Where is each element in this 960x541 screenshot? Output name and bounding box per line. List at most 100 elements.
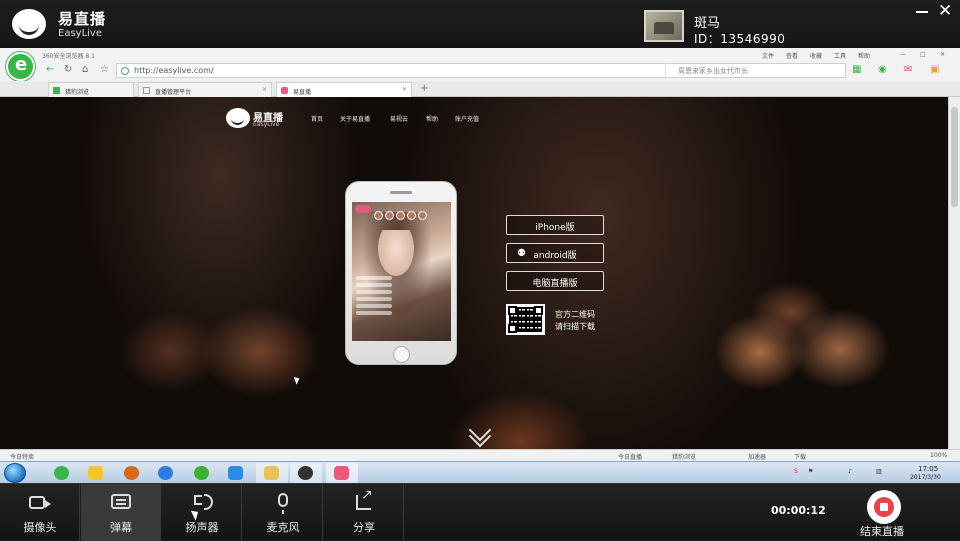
tray-flag-icon[interactable]: ⚑ <box>808 468 813 475</box>
globe-icon <box>121 67 129 75</box>
mouse-cursor-icon <box>293 375 302 385</box>
share-label: 分享 <box>353 521 375 534</box>
tab-close-icon[interactable]: ✕ <box>402 86 407 93</box>
search-box[interactable]: 周恩来家乡出女代市长 <box>665 63 845 78</box>
close-button[interactable]: ✕ <box>938 1 952 21</box>
nav-cloud[interactable]: 易视云 <box>390 114 408 123</box>
android-download-button[interactable]: ⚉ android版 <box>506 243 604 263</box>
phone-home-button <box>393 346 410 363</box>
browser-toolbar: ← ↻ ⌂ ☆ http://easylive.com/ 周恩来家乡出女代市长 … <box>40 62 960 80</box>
microphone-label: 麦克风 <box>266 521 300 534</box>
user-avatar[interactable] <box>644 10 684 42</box>
qr-caption-1: 官方二维码 <box>555 310 595 319</box>
pc-download-button[interactable]: 电脑直播版 <box>506 271 604 291</box>
taskbar-wechat-icon[interactable] <box>186 463 218 483</box>
nav-home[interactable]: 首页 <box>311 114 323 123</box>
menu-view[interactable]: 查看 <box>786 51 798 60</box>
share-button[interactable]: 分享 <box>324 484 404 541</box>
tab-liebao[interactable]: 猎豹浏览 <box>48 82 134 97</box>
webpage-content: 易直播 EasyLive 首页 关于易直播 易视云 帮助 账户充值 iPhone… <box>0 97 948 449</box>
taskbar-explorer-icon[interactable] <box>256 463 288 483</box>
app-title-bar: 易直播 EasyLive 斑马 ID：13546990 ✕ <box>0 0 960 48</box>
tab-favicon-icon <box>53 87 60 94</box>
qr-corner <box>534 306 543 315</box>
tab-live-admin[interactable]: 直播管理平台 ✕ <box>138 82 272 97</box>
scroll-down-chevron-icon[interactable] <box>466 427 494 447</box>
status-zoom[interactable]: 100% <box>930 452 947 459</box>
iphone-download-button[interactable]: iPhone版 <box>506 215 604 235</box>
camera-button[interactable]: 摄像头 <box>0 484 80 541</box>
status-download[interactable]: 下载 <box>794 452 806 461</box>
refresh-icon[interactable]: ↻ <box>64 64 72 75</box>
end-live-label: 结束直播 <box>860 525 904 538</box>
tray-network-icon[interactable]: ▥ <box>876 468 882 475</box>
menu-favorites[interactable]: 收藏 <box>810 51 822 60</box>
android-label: android版 <box>533 251 577 261</box>
tab-label: 直播管理平台 <box>155 89 192 96</box>
taskbar-ie-icon[interactable] <box>46 463 78 483</box>
minimize-button[interactable] <box>912 4 932 18</box>
live-control-bar: 摄像头 弹幕 扬声器 麦克风 分享 00:00:12 结束直播 <box>0 483 960 541</box>
shield-icon[interactable]: ◉ <box>878 64 887 75</box>
scrollbar-thumb[interactable] <box>951 107 958 207</box>
apps-icon[interactable]: ▣ <box>930 64 939 75</box>
easylive-logo-icon <box>12 9 46 39</box>
qr-corner <box>508 306 517 315</box>
windows-start-icon[interactable] <box>4 463 26 483</box>
site-logo-icon[interactable] <box>226 108 250 128</box>
menu-help[interactable]: 帮助 <box>858 51 870 60</box>
tab-easylive[interactable]: 易直播 ✕ <box>276 82 412 97</box>
home-icon[interactable]: ⌂ <box>82 64 88 75</box>
page-scrollbar[interactable] <box>948 97 960 449</box>
back-icon[interactable]: ← <box>46 64 54 75</box>
address-bar[interactable]: http://easylive.com/ 周恩来家乡出女代市长 <box>116 63 846 78</box>
mail-icon[interactable]: ✉ <box>904 64 912 75</box>
end-live-button[interactable] <box>867 490 901 524</box>
new-tab-icon[interactable]: + <box>420 83 428 94</box>
status-today-live[interactable]: 今日直播 <box>618 452 642 461</box>
url-text[interactable]: http://easylive.com/ <box>134 66 214 75</box>
speaker-button[interactable]: 扬声器 <box>162 484 242 541</box>
status-accelerator[interactable]: 加速器 <box>748 452 766 461</box>
camera-icon <box>29 496 51 509</box>
user-name: 斑马 <box>694 16 721 31</box>
qr-code <box>506 304 545 335</box>
tab-page-icon <box>143 87 150 94</box>
clock-time[interactable]: 17:05 <box>918 465 938 473</box>
status-today-deals[interactable]: 今日特卖 <box>10 452 34 461</box>
taskbar-easylive-icon[interactable] <box>326 463 358 483</box>
favorite-star-icon[interactable]: ☆ <box>100 64 109 75</box>
live-timer: 00:00:12 <box>771 504 826 517</box>
danmaku-button[interactable]: 弹幕 <box>81 484 202 541</box>
danmaku-label: 弹幕 <box>110 521 132 534</box>
nav-recharge[interactable]: 账户充值 <box>455 114 479 123</box>
app-name-en: EasyLive <box>58 28 102 39</box>
chat-overlay <box>356 276 396 326</box>
menu-tools[interactable]: 工具 <box>834 51 846 60</box>
tray-volume-icon[interactable]: ♪ <box>848 468 852 475</box>
taskbar-notes-icon[interactable] <box>80 463 112 483</box>
viewer-avatars <box>374 205 451 220</box>
tab-close-icon[interactable]: ✕ <box>262 86 267 93</box>
taskbar-messenger-icon[interactable] <box>220 463 252 483</box>
microphone-button[interactable]: 麦克风 <box>243 484 323 541</box>
taskbar-media-icon[interactable] <box>116 463 148 483</box>
browser-minimize-icon[interactable]: — <box>900 51 906 58</box>
iphone-label: iPhone版 <box>535 223 575 233</box>
extension-icon[interactable]: ▦ <box>852 64 861 75</box>
share-icon <box>356 487 373 510</box>
taskbar-baidu-icon[interactable] <box>150 463 182 483</box>
tab-bar: 猎豹浏览 直播管理平台 ✕ 易直播 ✕ + <box>0 81 960 97</box>
taskbar-obs-icon[interactable] <box>290 463 322 483</box>
browser-close-icon[interactable]: ✕ <box>940 51 945 58</box>
clock-date[interactable]: 2017/3/30 <box>910 474 941 481</box>
tab-label: 猎豹浏览 <box>65 89 90 96</box>
status-liebao[interactable]: 猎豹浏览 <box>672 452 696 461</box>
browser-maximize-icon[interactable]: □ <box>920 51 926 58</box>
360-browser-logo-icon[interactable] <box>6 52 35 81</box>
nav-about[interactable]: 关于易直播 <box>340 114 370 123</box>
tray-sogou-icon[interactable]: S <box>794 468 798 475</box>
menu-file[interactable]: 文件 <box>762 51 774 60</box>
nav-help[interactable]: 帮助 <box>426 114 438 123</box>
user-id: ID：13546990 <box>694 32 786 46</box>
